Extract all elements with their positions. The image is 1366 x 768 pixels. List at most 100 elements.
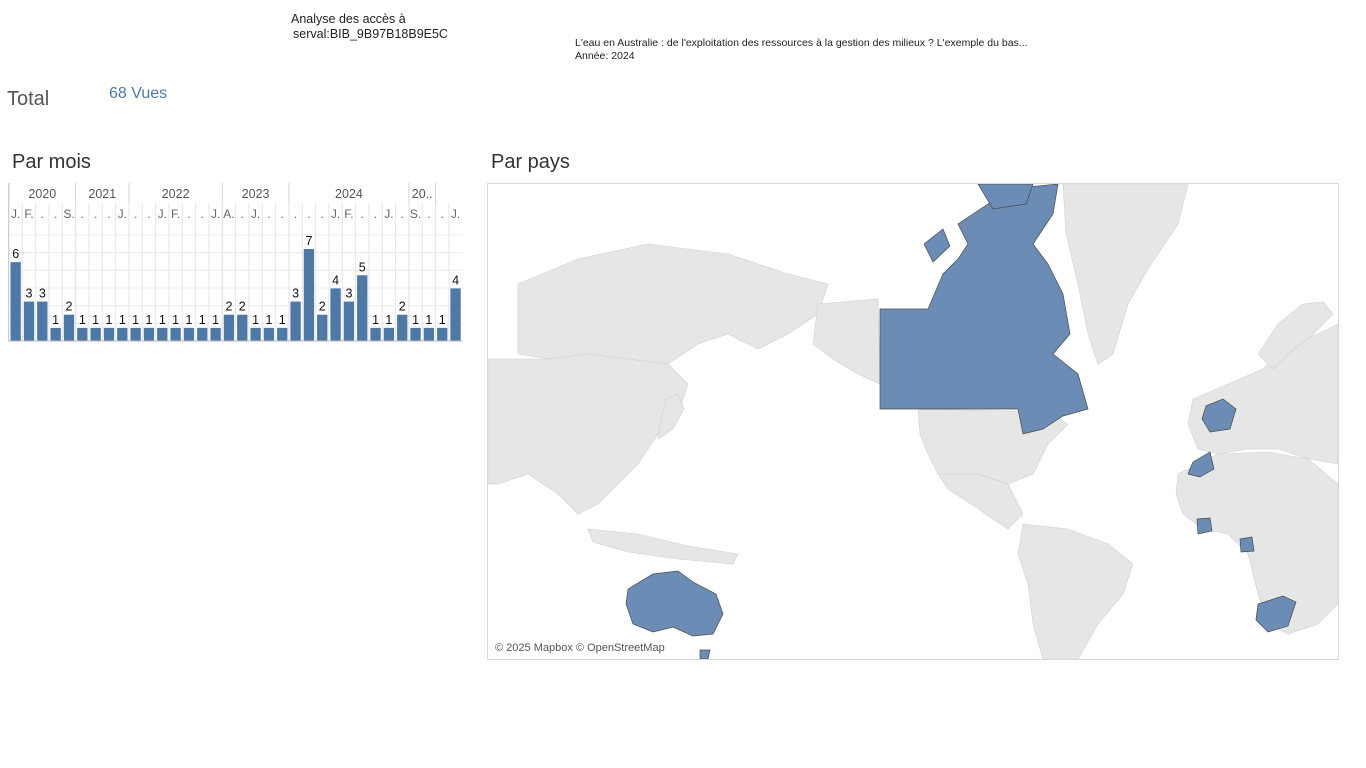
bar[interactable]	[23, 301, 35, 341]
bar[interactable]	[10, 262, 21, 341]
month-label: .	[401, 207, 404, 221]
month-label: .	[307, 207, 310, 221]
month-label: .	[201, 207, 204, 221]
bar[interactable]	[450, 288, 461, 341]
bar[interactable]	[170, 327, 181, 341]
month-label: .	[94, 207, 97, 221]
bar[interactable]	[277, 327, 288, 341]
bar[interactable]	[223, 314, 235, 341]
month-label: J.	[384, 207, 393, 221]
month-label: S.	[63, 207, 74, 221]
month-label: .	[41, 207, 44, 221]
bar[interactable]	[37, 301, 48, 341]
bar-value-label: 1	[425, 313, 432, 327]
bar[interactable]	[197, 327, 208, 341]
bar-value-label: 1	[172, 313, 179, 327]
month-label: J.	[451, 207, 460, 221]
bar[interactable]	[63, 314, 75, 341]
bar[interactable]	[90, 327, 101, 341]
bar[interactable]	[357, 275, 368, 341]
bar-value-label: 1	[412, 313, 419, 327]
bar-value-label: 1	[52, 313, 59, 327]
bar-value-label: 3	[26, 287, 33, 301]
month-label: J.	[118, 207, 127, 221]
bar[interactable]	[290, 301, 301, 341]
bar-value-label: 2	[399, 300, 406, 314]
year-label: 2022	[162, 187, 190, 201]
bar[interactable]	[410, 327, 421, 341]
bar-value-label: 1	[252, 313, 259, 327]
bar-value-label: 3	[345, 287, 352, 301]
bar-value-label: 1	[92, 313, 99, 327]
bar-value-label: 1	[372, 313, 379, 327]
bar[interactable]	[143, 327, 155, 341]
month-label: .	[267, 207, 270, 221]
bar[interactable]	[423, 327, 435, 341]
month-label: .	[54, 207, 57, 221]
bar-value-label: 1	[212, 313, 219, 327]
month-label: .	[187, 207, 190, 221]
bar-value-label: 7	[305, 234, 312, 248]
world-map[interactable]	[488, 184, 1338, 659]
bar[interactable]	[117, 327, 128, 341]
by-month-title: Par mois	[12, 151, 91, 173]
by-country-title: Par pays	[491, 151, 570, 173]
bar-value-label: 4	[452, 273, 459, 287]
bar[interactable]	[130, 327, 141, 341]
bar-value-label: 2	[319, 300, 326, 314]
month-label: .	[241, 207, 244, 221]
bar[interactable]	[303, 249, 315, 341]
month-label: J.	[211, 207, 220, 221]
bar-value-label: 1	[439, 313, 446, 327]
month-label: J.	[251, 207, 260, 221]
month-label: .	[147, 207, 150, 221]
bar[interactable]	[250, 327, 261, 341]
bar-value-label: 1	[105, 313, 112, 327]
bar[interactable]	[263, 327, 275, 341]
bar[interactable]	[330, 288, 341, 341]
year-filter-label: Année: 2024	[575, 50, 635, 62]
year-label: 2021	[88, 187, 116, 201]
bar[interactable]	[343, 301, 355, 341]
total-label: Total	[7, 88, 50, 110]
bar-value-label: 1	[119, 313, 126, 327]
country-ivory-coast[interactable]	[1196, 517, 1213, 535]
bar[interactable]	[210, 327, 221, 341]
bar-value-label: 1	[279, 313, 286, 327]
report-title-line2: serval:BIB_9B97B18B9E5C	[293, 27, 448, 41]
bar[interactable]	[77, 327, 88, 341]
bar[interactable]	[103, 327, 115, 341]
bar-value-label: 3	[39, 287, 46, 301]
month-label: J.	[331, 207, 340, 221]
bar[interactable]	[157, 327, 168, 341]
bar-value-label: 1	[265, 313, 272, 327]
bar-value-label: 3	[292, 287, 299, 301]
bar[interactable]	[370, 327, 381, 341]
month-label: S.	[410, 207, 421, 221]
month-label: .	[281, 207, 284, 221]
bar[interactable]	[383, 327, 395, 341]
month-label: A.	[223, 207, 234, 221]
bar[interactable]	[317, 314, 328, 341]
bar[interactable]	[437, 327, 448, 341]
country-map[interactable]	[487, 183, 1339, 660]
month-label: .	[321, 207, 324, 221]
month-label: .	[134, 207, 137, 221]
year-label: 2024	[335, 187, 363, 201]
year-label: 2020	[28, 187, 56, 201]
bar-value-label: 5	[359, 260, 366, 274]
country-gabon[interactable]	[1239, 536, 1255, 553]
month-label: F.	[24, 207, 33, 221]
bar-value-label: 6	[12, 247, 19, 261]
bar[interactable]	[237, 314, 248, 341]
month-label: .	[441, 207, 444, 221]
bar[interactable]	[50, 327, 61, 341]
bar[interactable]	[397, 314, 408, 341]
bar-value-label: 2	[239, 300, 246, 314]
country-australia-tasmania[interactable]	[699, 649, 711, 659]
map-attribution[interactable]: © 2025 Mapbox © OpenStreetMap	[495, 642, 665, 654]
month-label: .	[294, 207, 297, 221]
bar[interactable]	[183, 327, 195, 341]
bar-value-label: 1	[145, 313, 152, 327]
monthly-views-chart[interactable]: 2020 2021 2022 2023 2024 20.. J. F... S.... J... J…	[8, 183, 463, 345]
